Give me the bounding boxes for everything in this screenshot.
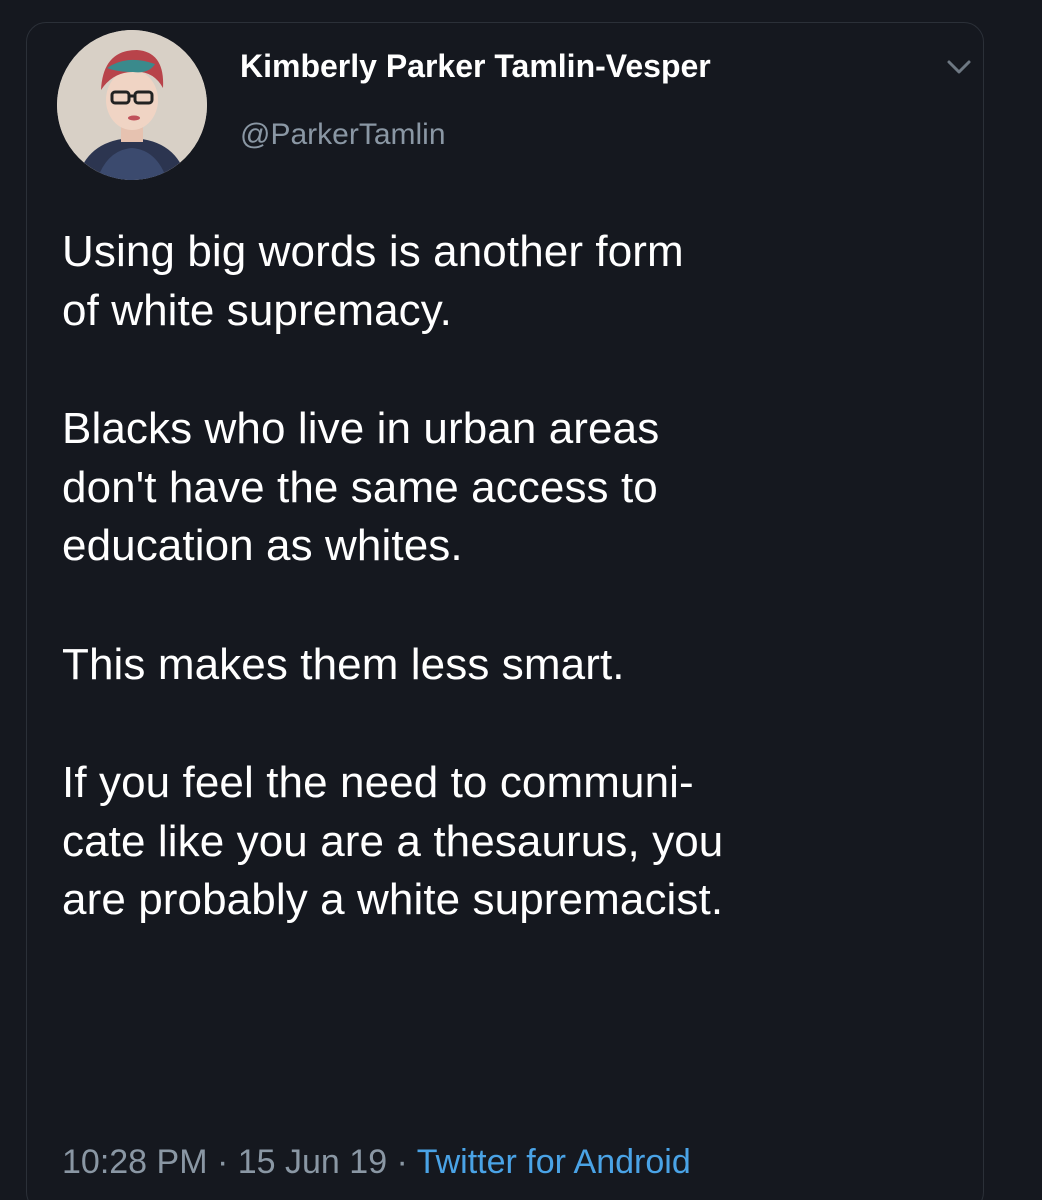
tweet-paragraph: This makes them less smart. [62,639,625,689]
tweet-time[interactable]: 10:28 PM [62,1143,208,1181]
handle[interactable]: @ParkerTamlin [240,118,446,152]
tweet-paragraph: Using big words is another form of white… [62,227,684,335]
tweet-text: Using big words is another form of white… [62,223,982,990]
tweet-source-link[interactable]: Twitter for Android [417,1143,691,1181]
tweet-paragraph: If you feel the need to communi- cate li… [62,758,724,925]
meta-separator: · [387,1143,417,1181]
display-name[interactable]: Kimberly Parker Tamlin-Vesper [240,48,711,85]
meta-separator: · [207,1143,238,1181]
tweet-paragraph: Blacks who live in urban areas don't hav… [62,404,660,571]
chevron-down-icon[interactable] [944,56,974,78]
avatar-image [57,30,207,180]
tweet-date[interactable]: 15 Jun 19 [238,1143,387,1181]
tweet-meta: 10:28 PM · 15 Jun 19 · Twitter for Andro… [62,1143,691,1182]
avatar[interactable] [57,30,207,180]
